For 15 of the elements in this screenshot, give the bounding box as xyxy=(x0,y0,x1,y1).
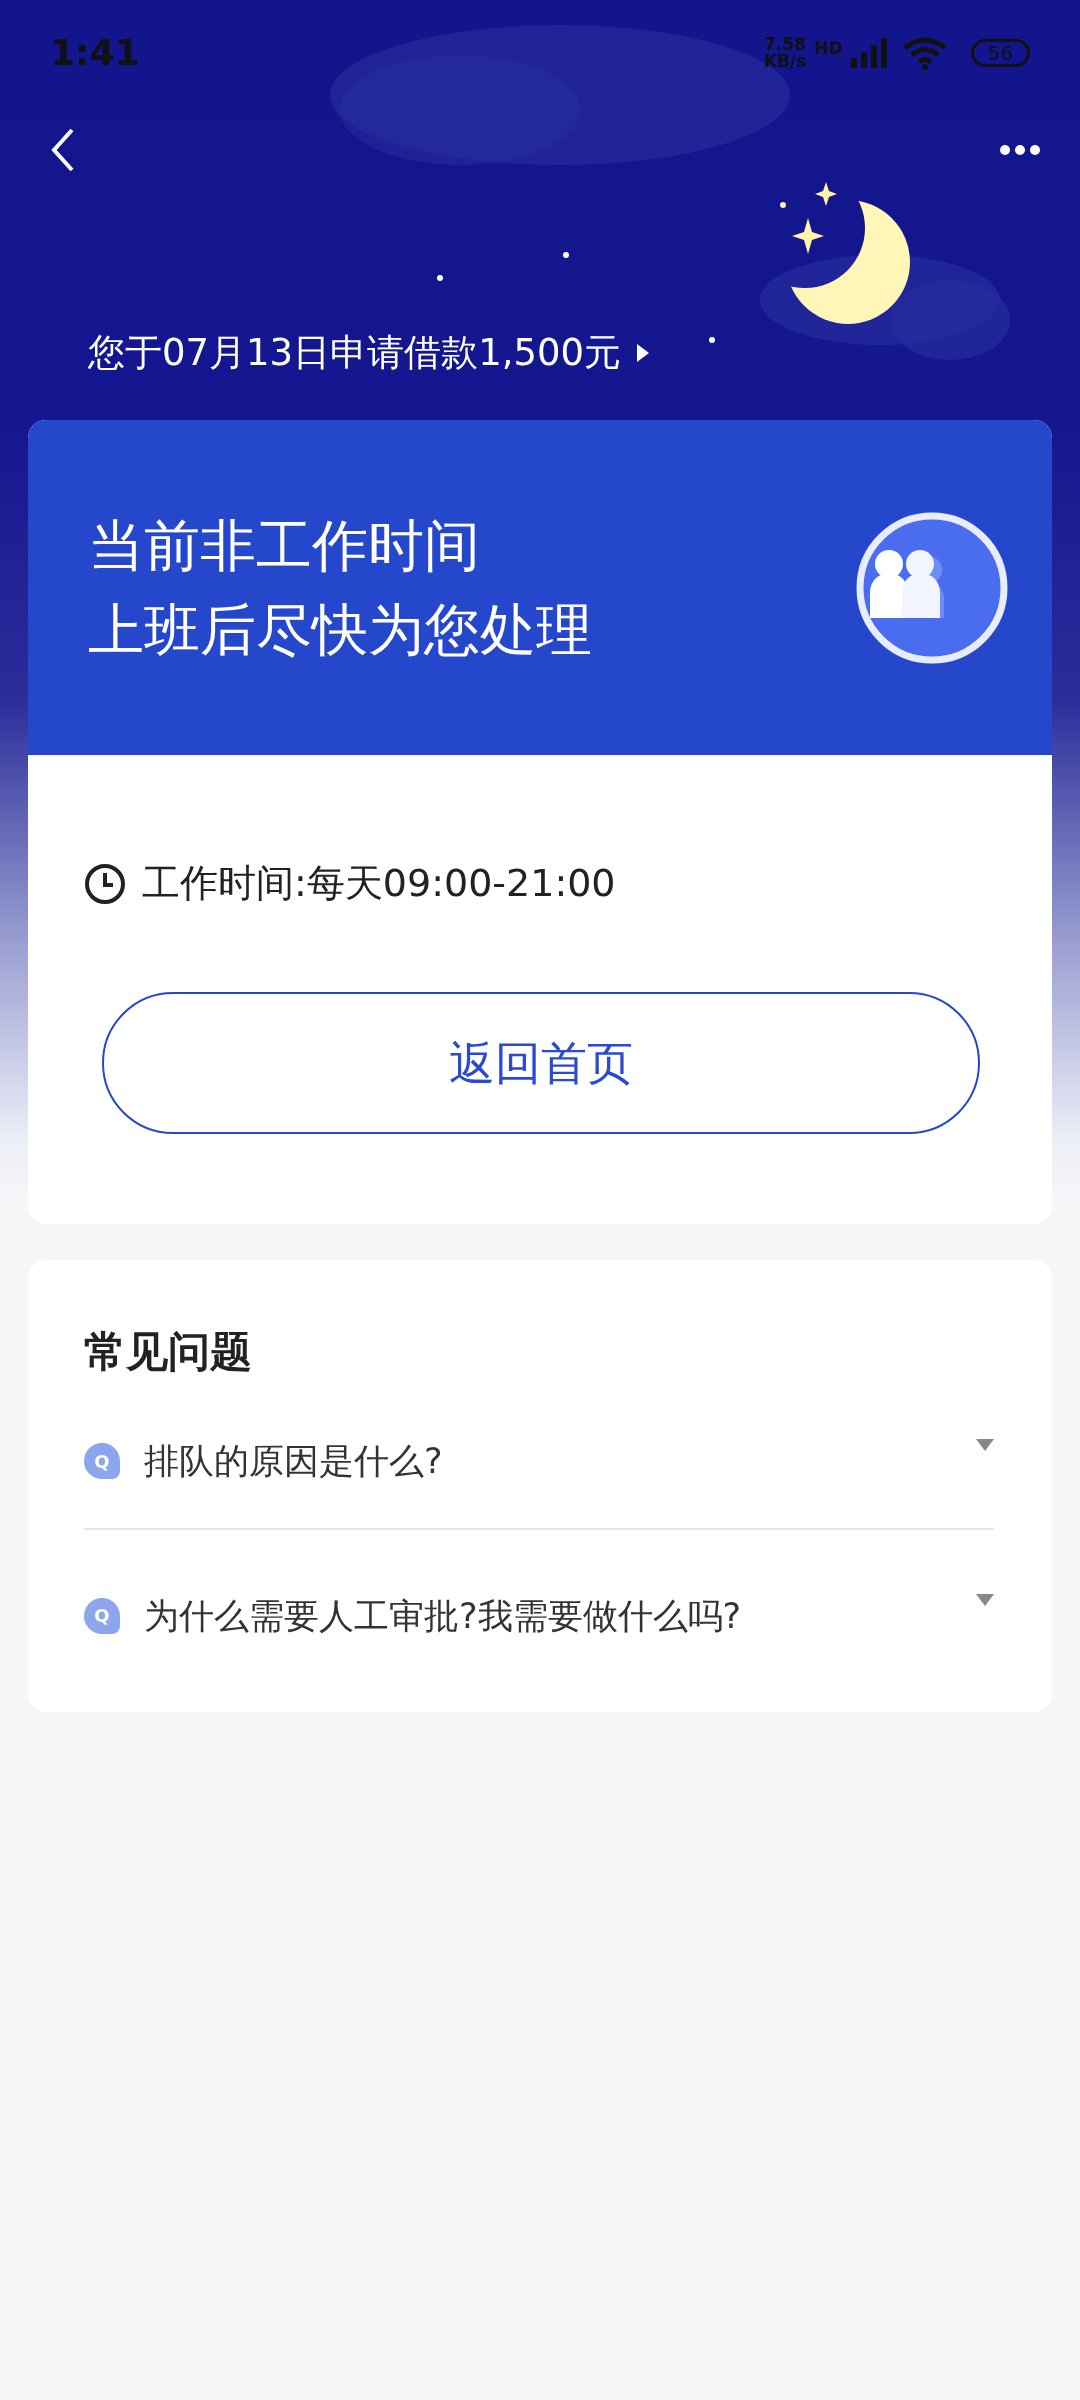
network-speed: 7.58 xyxy=(764,35,806,53)
faq-question[interactable]: 为什么需要人工审批?我需要做什么吗? xyxy=(144,1589,952,1642)
application-summary[interactable]: 您于07月13日申请借款1,500元 xyxy=(88,325,622,381)
question-icon: Q xyxy=(84,1443,120,1480)
notice-title: 上班后尽快为您处理 xyxy=(88,595,592,664)
question-icon: Q xyxy=(84,1597,120,1634)
network-speed-unit: KB/s xyxy=(763,52,807,70)
faq-question[interactable]: 排队的原因是什么? xyxy=(144,1435,952,1488)
battery-level: 56 xyxy=(970,38,1030,67)
network-type: HD xyxy=(814,39,843,57)
status-time: 1:41 xyxy=(50,30,140,75)
faq-title: 常见问题 xyxy=(84,1326,253,1378)
notice-title: 当前非工作时间 xyxy=(88,511,481,580)
home-button[interactable]: 返回首页 xyxy=(102,992,980,1134)
working-hours: 工作时间:每天09:00-21:00 xyxy=(142,860,616,907)
